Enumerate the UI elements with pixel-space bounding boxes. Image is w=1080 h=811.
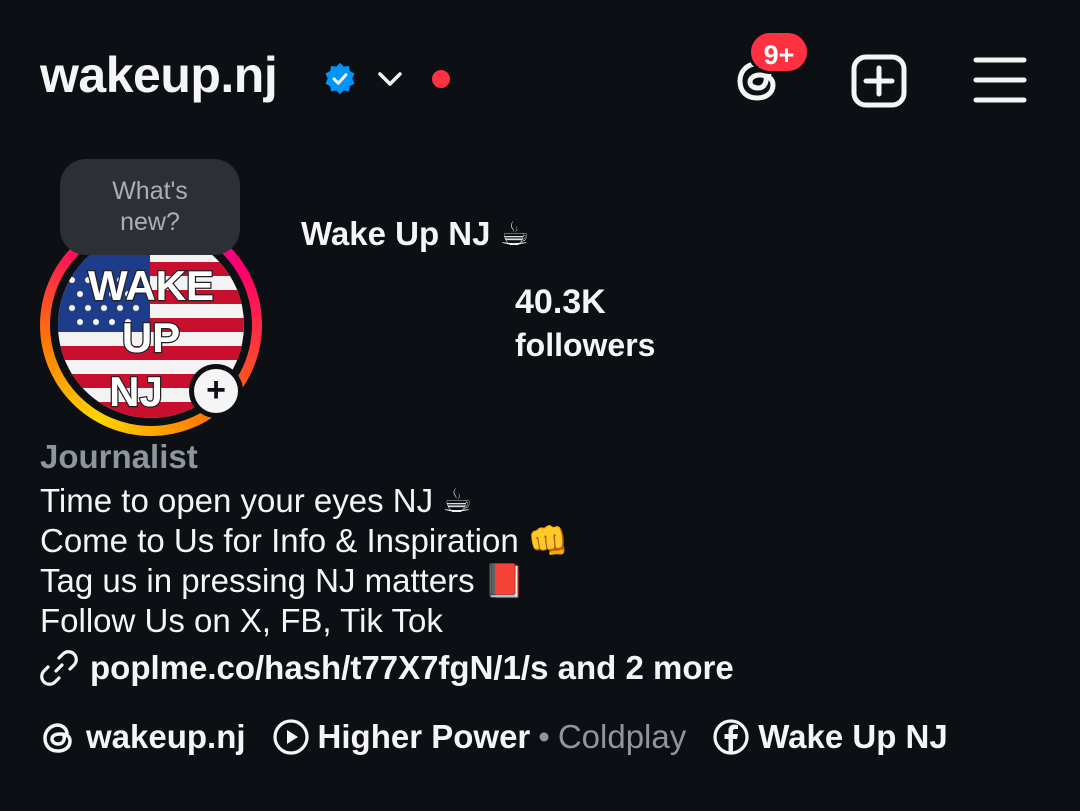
avatar-logo-line2: UP [122,314,180,361]
profile-link-text[interactable]: poplme.co/hash/t77X7fgN/1/s and 2 more [90,649,734,687]
add-story-button[interactable]: + [189,364,243,418]
bio-line: Come to Us for Info & Inspiration 👊 [40,522,569,559]
profile-bio: Time to open your eyes NJ ☕ Come to Us f… [40,481,569,641]
create-post-icon[interactable] [851,54,907,108]
avatar-logo-line3: NJ [109,368,163,415]
threads-chip-label: wakeup.nj [86,718,246,755]
whats-new-note[interactable]: What's new? [60,159,240,255]
hamburger-menu-icon[interactable] [973,56,1027,104]
display-name: Wake Up NJ ☕ [301,215,530,252]
facebook-chip[interactable]: Wake Up NJ [712,718,948,756]
followers-label: followers [515,327,656,363]
facebook-icon [713,719,749,755]
whats-new-line1: What's [112,177,188,205]
facebook-chip-label: Wake Up NJ [758,718,948,755]
chevron-down-icon[interactable] [375,67,405,91]
account-notification-dot [432,70,450,88]
profile-link[interactable]: poplme.co/hash/t77X7fgN/1/s and 2 more [40,649,734,687]
whats-new-line2: new? [120,208,180,236]
bio-line: Time to open your eyes NJ ☕ [40,482,472,519]
threads-chip[interactable]: wakeup.nj [40,718,246,756]
music-title: Higher Power [317,718,531,755]
bio-line: Tag us in pressing NJ matters 📕 [40,562,525,599]
followers-count: 40.3K [515,283,606,321]
plus-icon: + [194,369,238,413]
profile-username[interactable]: wakeup.nj [40,50,278,100]
threads-chip-icon [43,723,72,753]
avatar-logo-line1: WAKE [88,262,214,309]
music-artist: Coldplay [557,718,687,755]
followers-stat[interactable]: 40.3K followers [515,281,655,367]
music-separator: • [538,718,550,755]
profile-chips: wakeup.nj Higher Power • Coldplay Wake U… [40,718,974,756]
bio-line: Follow Us on X, FB, Tik Tok [40,602,443,639]
play-icon [272,719,309,755]
notification-badge[interactable]: 9+ [748,30,810,74]
profile-category: Journalist [40,438,198,475]
music-chip[interactable]: Higher Power • Coldplay [272,718,687,756]
link-icon [40,650,78,686]
verified-badge-icon [325,62,355,95]
